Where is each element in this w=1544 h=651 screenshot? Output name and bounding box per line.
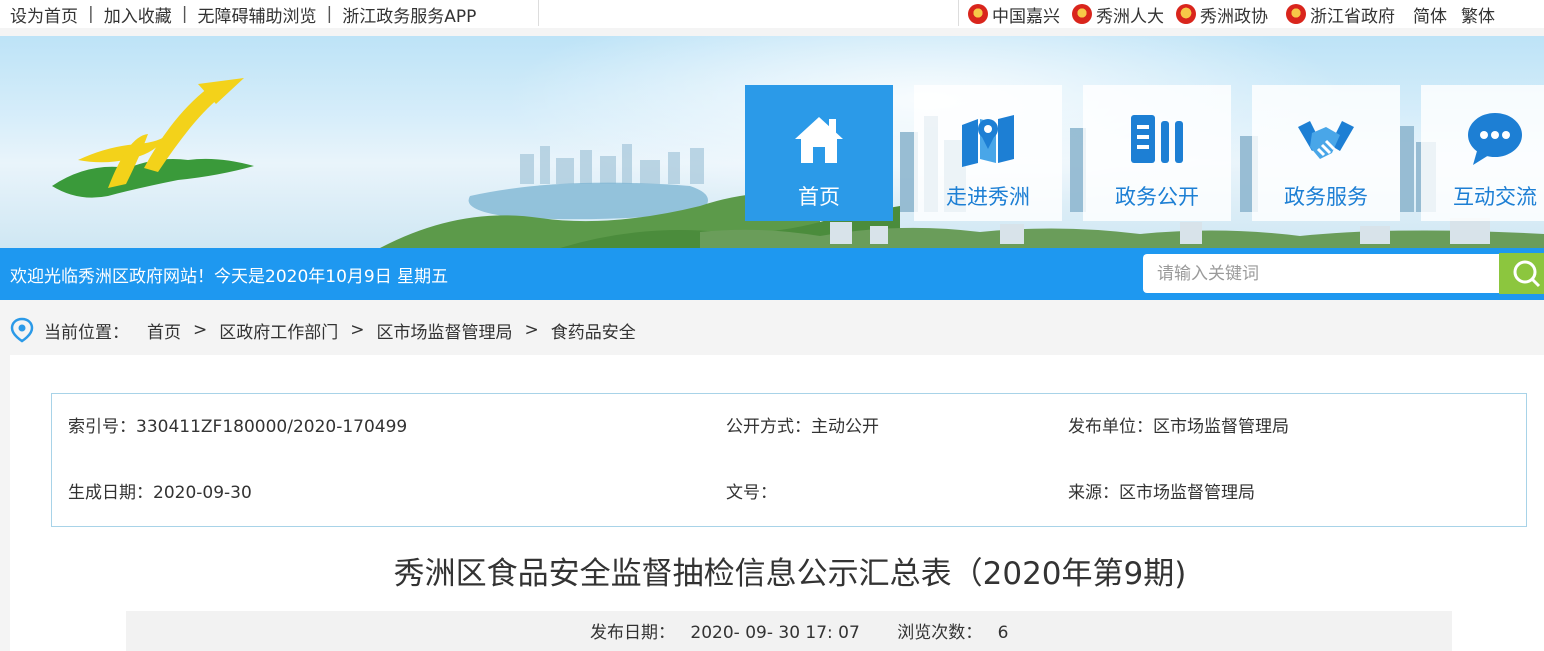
set-homepage-link[interactable]: 设为首页 [10,2,78,27]
national-emblem-icon [1286,4,1306,24]
national-emblem-icon [1072,4,1092,24]
separator: | [326,4,333,24]
breadcrumb-market-bureau[interactable]: 区市场监督管理局 [377,318,513,343]
xiuzhou-logo [52,78,254,198]
publish-date-value: 2020- 09- 30 17: 07 [690,623,860,643]
document-icon [1131,115,1183,163]
view-count-label: 浏览次数： [897,623,983,643]
nav-interaction-label: 互动交流 [1453,185,1537,209]
zhengxie-label: 秀洲政协 [1200,6,1268,27]
nav-gov-services[interactable]: 政务服务 [1252,85,1400,221]
nav-home[interactable]: 首页 [745,85,893,221]
top-utility-bar: 设为首页 | 加入收藏 | 无障碍辅助浏览 | 浙江政务服务APP 中国嘉兴 秀… [0,0,1544,28]
chat-icon [1468,113,1522,165]
meta-doc-no: 文号： [726,483,777,503]
breadcrumb-separator: > [524,320,539,340]
meta-open-mode: 公开方式：主动公开 [726,417,879,437]
breadcrumb-gov-departments[interactable]: 区政府工作部门 [219,318,338,343]
welcome-bar: 欢迎光临秀洲区政府网站！今天是2020年10月9日 星期五 [0,248,1544,300]
zhengxie-link[interactable]: 秀洲政协 [1176,2,1268,27]
simplified-link[interactable]: 简体 [1413,2,1447,27]
breadcrumb: 当前位置： 首页 > 区政府工作部门 > 区市场监督管理局 > 食药品安全 [0,310,636,350]
nav-home-label: 首页 [798,185,840,209]
welcome-message: 欢迎光临秀洲区政府网站！今天是2020年10月9日 星期五 [10,267,449,287]
nav-about-label: 走进秀洲 [946,185,1030,209]
divider [958,0,959,26]
zhejiang-gov-link[interactable]: 浙江省政府 [1286,2,1395,27]
zhejiang-gov-label: 浙江省政府 [1310,6,1395,27]
meta-source: 来源：区市场监督管理局 [1068,483,1255,503]
article-title: 秀洲区食品安全监督抽检信息公示汇总表（2020年第9期) [393,556,1187,592]
view-count-value: 6 [997,623,1009,643]
breadcrumb-food-drug-safety[interactable]: 食药品安全 [551,318,636,343]
breadcrumb-prefix: 当前位置： [44,322,129,343]
nav-gov-services-label: 政务服务 [1284,185,1368,209]
publish-date-label: 发布日期： [590,623,675,643]
search-input[interactable] [1143,254,1501,293]
renda-link[interactable]: 秀洲人大 [1072,2,1164,27]
jiaxing-label: 中国嘉兴 [992,6,1060,27]
publish-info: 发布日期： 2020- 09- 30 17: 07 浏览次数： 6 [590,618,1008,643]
divider [538,0,539,26]
publish-info-bar: 发布日期： 2020- 09- 30 17: 07 浏览次数： 6 [126,611,1452,651]
add-favorite-link[interactable]: 加入收藏 [104,2,172,27]
zhejiang-app-link[interactable]: 浙江政务服务APP [342,2,476,27]
external-links: 中国嘉兴 秀洲人大 秀洲政协 浙江省政府 简体 繁体 [968,2,1507,27]
meta-index-no: 索引号：330411ZF180000/2020-170499 [68,417,408,437]
nav-gov-affairs-label: 政务公开 [1115,185,1199,209]
accessibility-link[interactable]: 无障碍辅助浏览 [197,2,316,27]
nav-interaction[interactable]: 互动交流 [1421,85,1544,221]
meta-created-date: 生成日期：2020-09-30 [68,483,252,503]
renda-label: 秀洲人大 [1096,6,1164,27]
jiaxing-link[interactable]: 中国嘉兴 [968,2,1060,27]
map-icon [962,115,1014,167]
traditional-link[interactable]: 繁体 [1461,2,1495,27]
separator: | [88,4,94,24]
handshake-icon [1298,121,1354,159]
breadcrumb-separator: > [350,320,365,340]
separator: | [181,4,188,24]
national-emblem-icon [968,4,988,24]
meta-publisher: 发布单位：区市场监督管理局 [1068,417,1289,437]
search-button[interactable] [1499,253,1544,294]
breadcrumb-home[interactable]: 首页 [147,318,181,343]
nav-about-xiuzhou[interactable]: 走进秀洲 [914,85,1062,221]
document-meta-table: 索引号：330411ZF180000/2020-170499 公开方式：主动公开… [51,393,1527,527]
cppcc-emblem-icon [1176,4,1196,24]
breadcrumb-separator: > [193,320,208,340]
home-icon [795,117,843,163]
location-pin-icon [10,317,34,343]
utility-links: 设为首页 | 加入收藏 | 无障碍辅助浏览 | 浙江政务服务APP [10,2,476,27]
header-banner: 首页 走进秀洲 政务公开 政务服务 互动交流 [0,36,1544,248]
search-icon [1513,260,1541,288]
nav-gov-affairs-open[interactable]: 政务公开 [1083,85,1231,221]
